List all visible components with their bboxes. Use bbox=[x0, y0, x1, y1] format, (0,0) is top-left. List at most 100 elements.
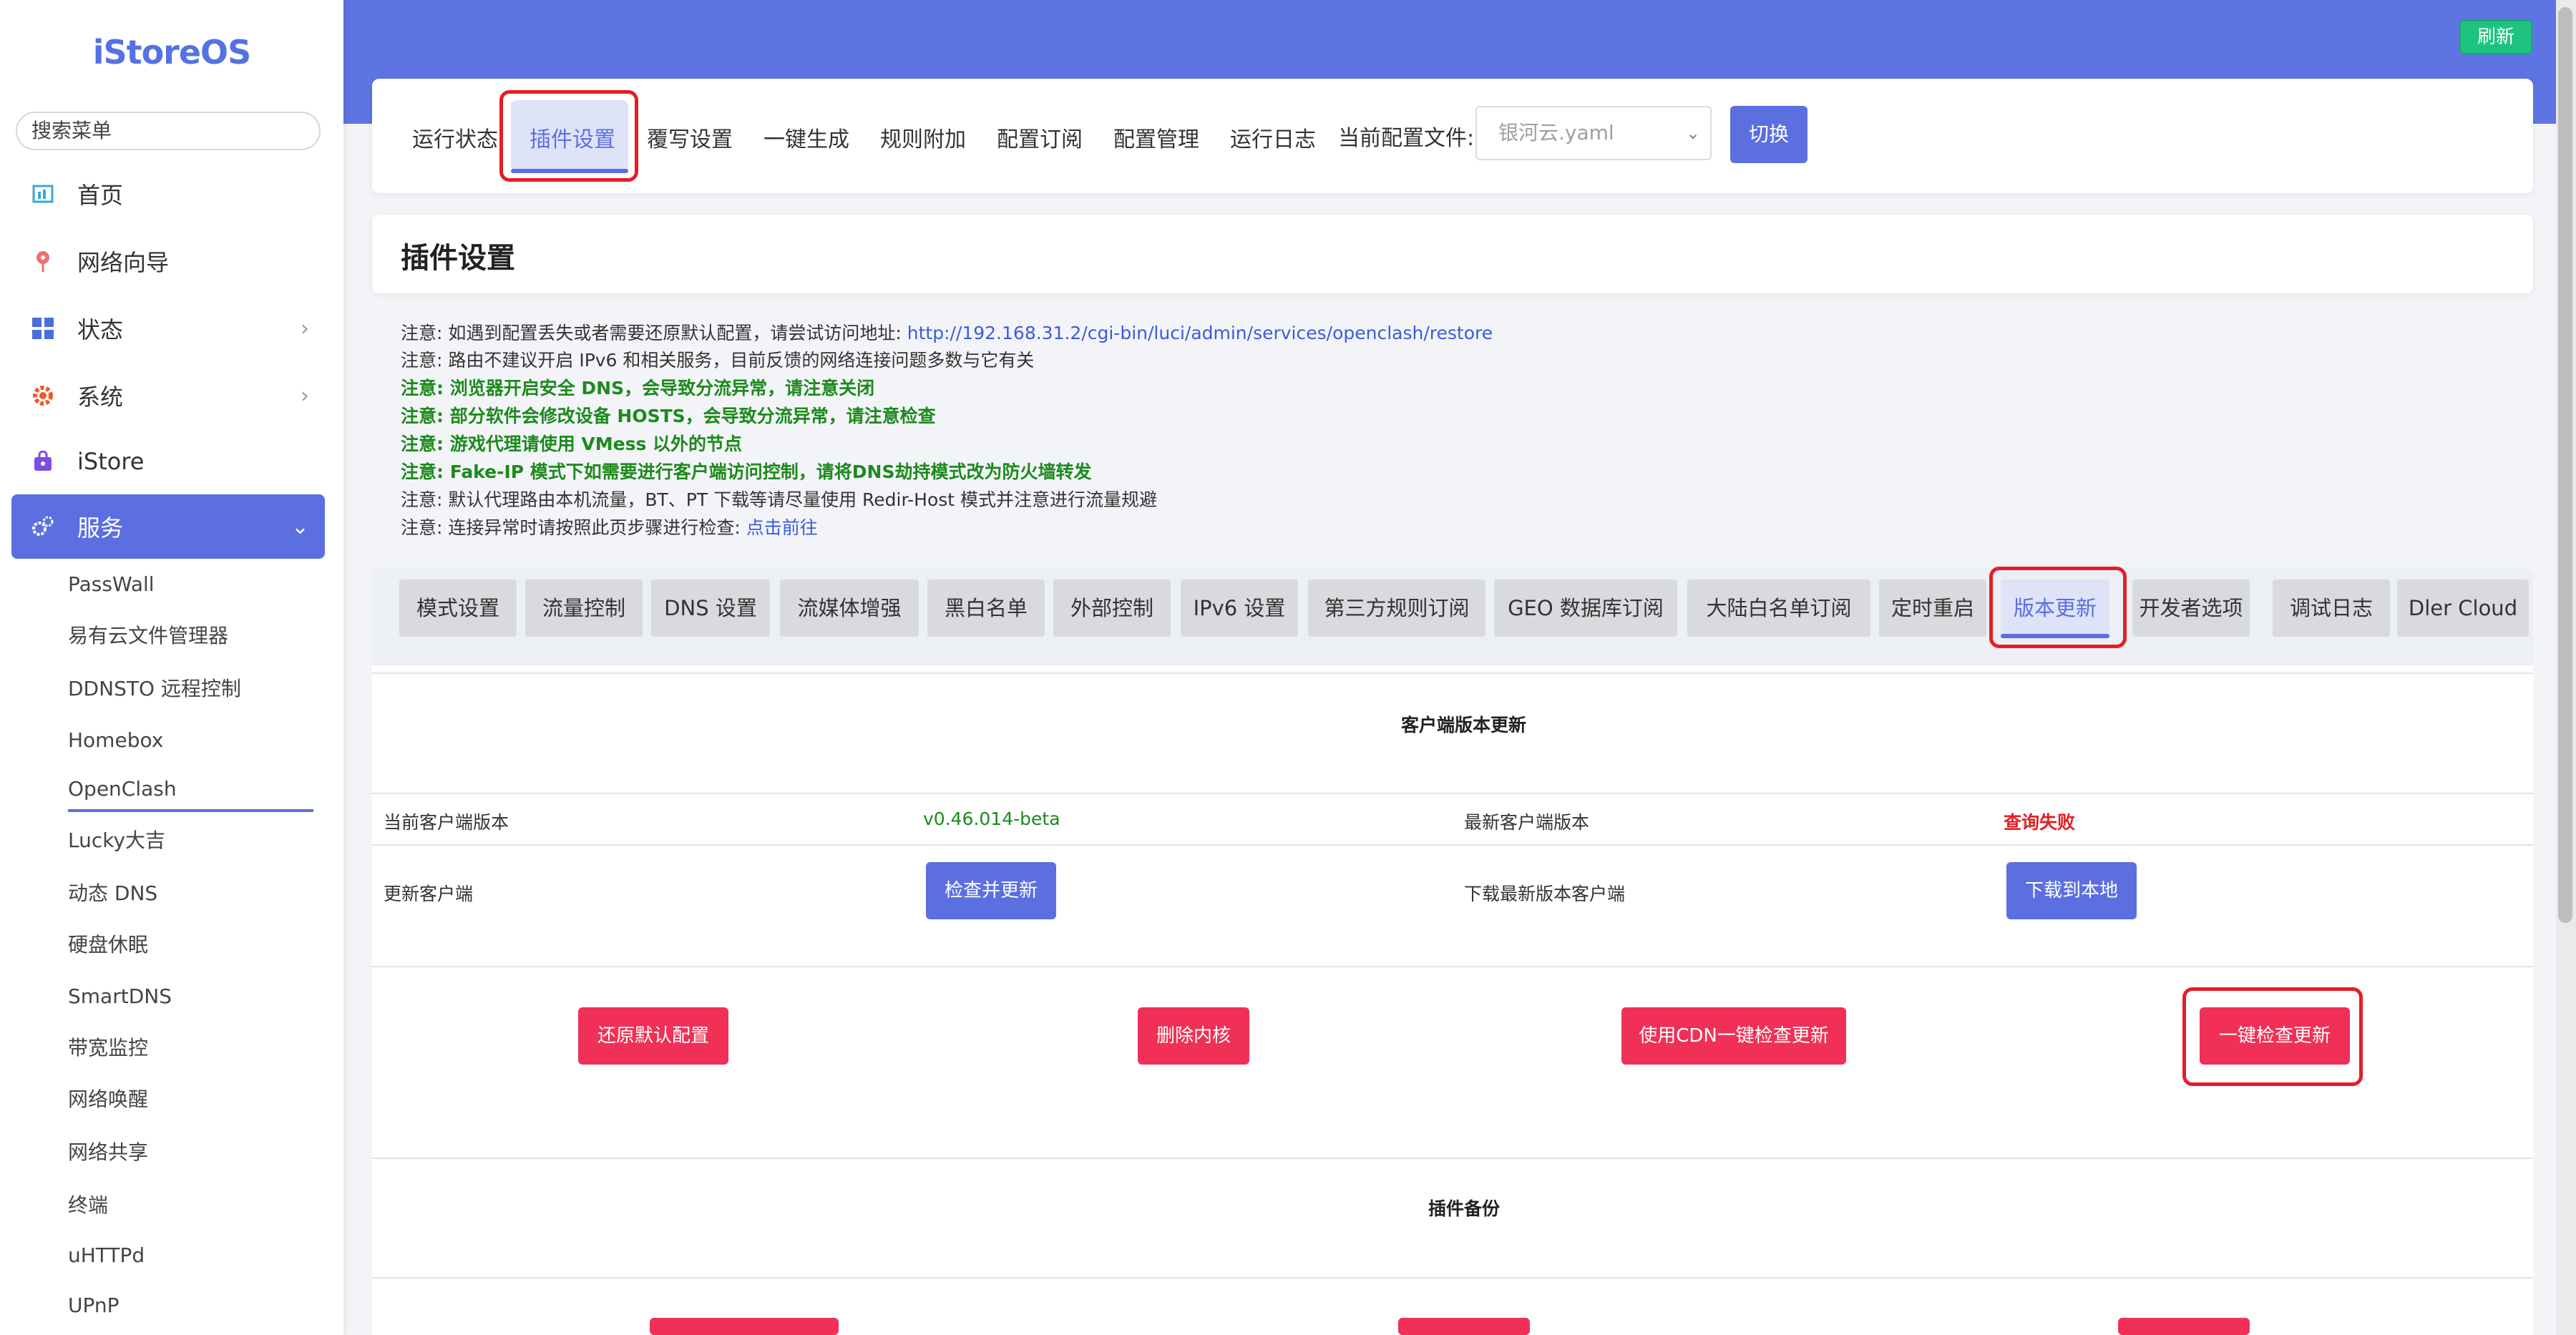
sidebar-item-label: 状态 bbox=[77, 316, 124, 343]
sidebar-item-label: 网络向导 bbox=[77, 249, 170, 276]
tab-dler-cloud[interactable]: Dler Cloud bbox=[2397, 580, 2529, 637]
sidebar-sub-openclash[interactable]: OpenClash bbox=[68, 775, 177, 803]
note-secure-dns: 注意: 浏览器开启安全 DNS，会导致分流异常，请注意关闭 bbox=[401, 378, 875, 398]
sidebar-sub-disk-sleep[interactable]: 硬盘休眠 bbox=[68, 931, 148, 959]
sidebar-item-label: 系统 bbox=[77, 383, 124, 411]
active-sub-indicator bbox=[68, 809, 313, 812]
brand-logo: iStoreOS bbox=[92, 33, 252, 72]
services-gears-icon bbox=[30, 514, 56, 539]
refresh-button[interactable]: 刷新 bbox=[2459, 20, 2532, 54]
page-title: 插件设置 bbox=[401, 242, 515, 275]
sidebar-sub-homebox[interactable]: Homebox bbox=[68, 726, 163, 755]
sidebar-sub-upnp[interactable]: UPnP bbox=[68, 1291, 119, 1320]
chevron-right-icon: › bbox=[301, 383, 309, 409]
highlight-box bbox=[1989, 567, 2127, 648]
sidebar-sub-lucky[interactable]: Lucky大吉 bbox=[68, 826, 165, 855]
sidebar-item-label: 首页 bbox=[77, 182, 124, 209]
tab-mode-settings[interactable]: 模式设置 bbox=[399, 580, 517, 637]
tab-config-management[interactable]: 配置管理 bbox=[1113, 122, 1199, 153]
scrollbar-thumb[interactable] bbox=[2558, 7, 2572, 923]
chevron-right-icon: › bbox=[301, 316, 309, 341]
divider bbox=[372, 793, 2533, 794]
tab-third-party-rules[interactable]: 第三方规则订阅 bbox=[1308, 580, 1485, 637]
tab-run-log[interactable]: 运行日志 bbox=[1230, 122, 1316, 153]
tab-override-settings[interactable]: 覆写设置 bbox=[647, 122, 733, 153]
highlight-box bbox=[499, 90, 638, 182]
tab-config-subscription[interactable]: 配置订阅 bbox=[997, 122, 1083, 153]
update-client-label: 更新客户端 bbox=[384, 884, 474, 904]
sidebar-item-services[interactable]: 服务 ⌄ bbox=[11, 494, 325, 559]
divider bbox=[372, 673, 2533, 674]
cdn-check-update-button[interactable]: 使用CDN一键检查更新 bbox=[1621, 1007, 1846, 1065]
divider bbox=[372, 844, 2533, 846]
divider bbox=[372, 966, 2533, 967]
backup-action-button[interactable] bbox=[650, 1318, 839, 1335]
tab-streaming[interactable]: 流媒体增强 bbox=[780, 580, 919, 637]
config-file-value: 银河云.yaml bbox=[1498, 121, 1614, 145]
tab-debug-log[interactable]: 调试日志 bbox=[2273, 580, 2390, 637]
download-client-label: 下载最新版本客户端 bbox=[1464, 884, 1626, 904]
tab-scheduled-restart[interactable]: 定时重启 bbox=[1879, 580, 1986, 637]
tab-developer-options[interactable]: 开发者选项 bbox=[2132, 580, 2250, 637]
restore-default-button[interactable]: 还原默认配置 bbox=[578, 1007, 728, 1065]
title-card bbox=[372, 215, 2533, 293]
check-and-update-button[interactable]: 检查并更新 bbox=[926, 862, 1056, 919]
sidebar-item-network-wizard[interactable]: 网络向导 bbox=[11, 229, 325, 293]
latest-version-value: 查询失败 bbox=[2004, 812, 2076, 833]
sidebar-item-system[interactable]: 系统 › bbox=[11, 363, 325, 428]
tab-black-white-list[interactable]: 黑白名单 bbox=[927, 580, 1045, 637]
tab-external-control[interactable]: 外部控制 bbox=[1053, 580, 1171, 637]
sidebar-sub-ddns[interactable]: 动态 DNS bbox=[68, 879, 157, 908]
tab-run-status[interactable]: 运行状态 bbox=[412, 122, 498, 153]
dashboard-icon bbox=[30, 181, 56, 207]
switch-config-button[interactable]: 切换 bbox=[1730, 106, 1807, 163]
delete-core-button[interactable]: 删除内核 bbox=[1138, 1007, 1249, 1065]
sidebar-item-istore[interactable]: iStore bbox=[11, 429, 325, 494]
tab-rule-append[interactable]: 规则附加 bbox=[880, 122, 966, 153]
sidebar-sub-yiyouyun[interactable]: 易有云文件管理器 bbox=[68, 622, 228, 650]
store-bag-icon bbox=[30, 449, 56, 474]
sidebar-sub-terminal[interactable]: 终端 bbox=[68, 1191, 108, 1220]
config-file-label: 当前配置文件: bbox=[1338, 126, 1475, 151]
sidebar-sub-share[interactable]: 网络共享 bbox=[68, 1138, 148, 1167]
sidebar: iStoreOS 搜索菜单 首页 网络向导 状态 › 系统 › iStore 服… bbox=[0, 0, 343, 1335]
sidebar-sub-bandwidth[interactable]: 带宽监控 bbox=[68, 1034, 148, 1062]
chevron-down-icon: ⌄ bbox=[1685, 123, 1700, 143]
sidebar-item-label: iStore bbox=[77, 448, 145, 475]
sidebar-sub-ddnsto[interactable]: DDNSTO 远程控制 bbox=[68, 675, 241, 703]
grid-icon bbox=[30, 316, 56, 341]
backup-action-button[interactable] bbox=[1398, 1318, 1530, 1335]
backup-action-button[interactable] bbox=[2118, 1318, 2250, 1335]
note-restore: 注意: 如遇到配置丢失或者需要还原默认配置，请尝试访问地址: http://19… bbox=[401, 319, 1493, 345]
sidebar-sub-smartdns[interactable]: SmartDNS bbox=[68, 982, 172, 1011]
sidebar-sub-wol[interactable]: 网络唤醒 bbox=[68, 1085, 148, 1114]
note-text: 注意: 如遇到配置丢失或者需要还原默认配置，请尝试访问地址: bbox=[401, 323, 907, 343]
tab-dns-settings[interactable]: DNS 设置 bbox=[651, 580, 770, 637]
menu-search-input[interactable]: 搜索菜单 bbox=[16, 112, 321, 150]
wizard-icon bbox=[30, 248, 56, 274]
note-ipv6: 注意: 路由不建议开启 IPv6 和相关服务，目前反馈的网络连接问题多数与它有关 bbox=[401, 350, 1035, 371]
sidebar-sub-uhttpd[interactable]: uHTTPd bbox=[68, 1241, 145, 1270]
sidebar-item-home[interactable]: 首页 bbox=[11, 162, 325, 226]
highlight-box bbox=[2182, 987, 2363, 1086]
sidebar-item-label: 服务 bbox=[77, 514, 124, 542]
note-text: 注意: 连接异常时请按照此页步骤进行检查: bbox=[401, 517, 746, 538]
tab-geo-database[interactable]: GEO 数据库订阅 bbox=[1494, 580, 1677, 637]
config-file-select[interactable]: 银河云.yaml ⌄ bbox=[1475, 106, 1712, 160]
note-fake-ip: 注意: Fake-IP 模式下如需要进行客户端访问控制，请将DNS劫持模式改为防… bbox=[401, 461, 1092, 482]
tab-mainland-whitelist[interactable]: 大陆白名单订阅 bbox=[1687, 580, 1870, 637]
latest-version-label: 最新客户端版本 bbox=[1464, 812, 1590, 833]
sidebar-item-status[interactable]: 状态 › bbox=[11, 296, 325, 361]
go-check-link[interactable]: 点击前往 bbox=[746, 517, 818, 538]
gear-icon bbox=[30, 383, 56, 409]
restore-link[interactable]: http://192.168.31.2/cgi-bin/luci/admin/s… bbox=[907, 323, 1493, 343]
divider bbox=[372, 1158, 2533, 1159]
tab-one-click-generate[interactable]: 一键生成 bbox=[763, 122, 849, 153]
tab-ipv6-settings[interactable]: IPv6 设置 bbox=[1181, 580, 1298, 637]
plugin-backup-title: 插件备份 bbox=[1428, 1198, 1501, 1219]
current-version-label: 当前客户端版本 bbox=[384, 812, 509, 833]
note-vmess: 注意: 游戏代理请使用 VMess 以外的节点 bbox=[401, 434, 743, 454]
tab-traffic-control[interactable]: 流量控制 bbox=[525, 580, 643, 637]
download-local-button[interactable]: 下载到本地 bbox=[2006, 862, 2137, 919]
sidebar-sub-passwall[interactable]: PassWall bbox=[68, 570, 155, 599]
